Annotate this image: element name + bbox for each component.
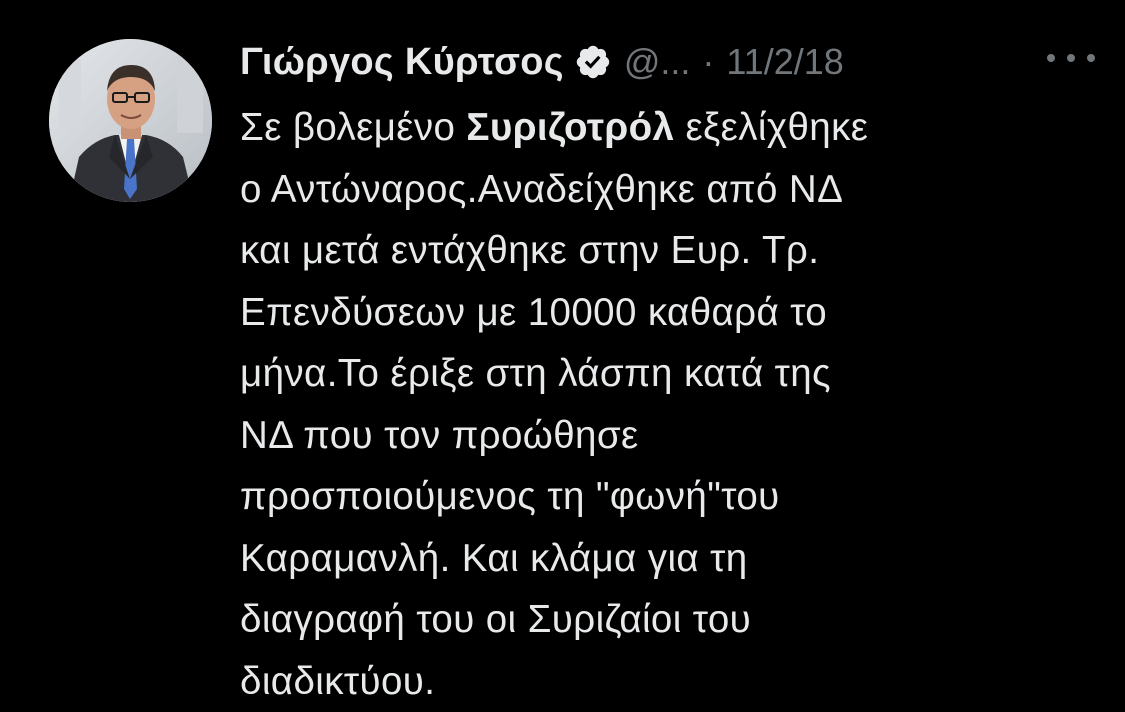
tweet-text-line: προσποιούμενος τη "φωνή"του [240, 466, 1100, 528]
author-name[interactable]: Γιώργος Κύρτσος [240, 41, 564, 84]
tweet-text-line: και μετά εντάχθηκε στην Ευρ. Τρ. [240, 220, 1100, 282]
tweet-text-line: ο Αντώναρος.Αναδείχθηκε από ΝΔ [240, 159, 1100, 221]
author-handle[interactable]: @... [624, 41, 691, 83]
tweet-text-line: διαδικτύου. [240, 651, 1100, 712]
verified-badge-icon [574, 43, 612, 81]
tweet-text-line: Καραμανλή. Και κλάμα για τη [240, 528, 1100, 590]
text-run: εξελίχθηκε [674, 106, 868, 149]
separator-dot: · [702, 41, 714, 83]
more-dot-2 [1067, 54, 1075, 62]
tweet-text: Σε βολεμένο Συριζοτρόλ εξελίχθηκε ο Αντώ… [240, 97, 1100, 712]
author-avatar[interactable] [49, 39, 212, 202]
profile-photo [49, 39, 212, 202]
tweet-text-line: Σε βολεμένο Συριζοτρόλ εξελίχθηκε [240, 97, 1100, 159]
bold-text-run: Συριζοτρόλ [466, 106, 674, 149]
tweet-text-line: Επενδύσεων με 10000 καθαρά το [240, 282, 1100, 344]
more-dot-3 [1087, 54, 1095, 62]
more-dot-1 [1047, 54, 1055, 62]
tweet-date[interactable]: 11/2/18 [726, 41, 843, 83]
tweet-text-line: ΝΔ που τον προώθησε [240, 405, 1100, 467]
tweet-text-line: μήνα.Το έριξε στη λάσπη κατά της [240, 343, 1100, 405]
tweet[interactable]: Γιώργος Κύρτσος @... · 11/2/18 Σε βολεμέ… [0, 0, 1125, 711]
tweet-header: Γιώργος Κύρτσος @... · 11/2/18 [240, 32, 1100, 92]
text-run: Σε βολεμένο [240, 106, 466, 149]
more-options-icon[interactable] [1047, 38, 1095, 78]
tweet-text-line: διαγραφή του οι Συριζαίοι του [240, 589, 1100, 651]
